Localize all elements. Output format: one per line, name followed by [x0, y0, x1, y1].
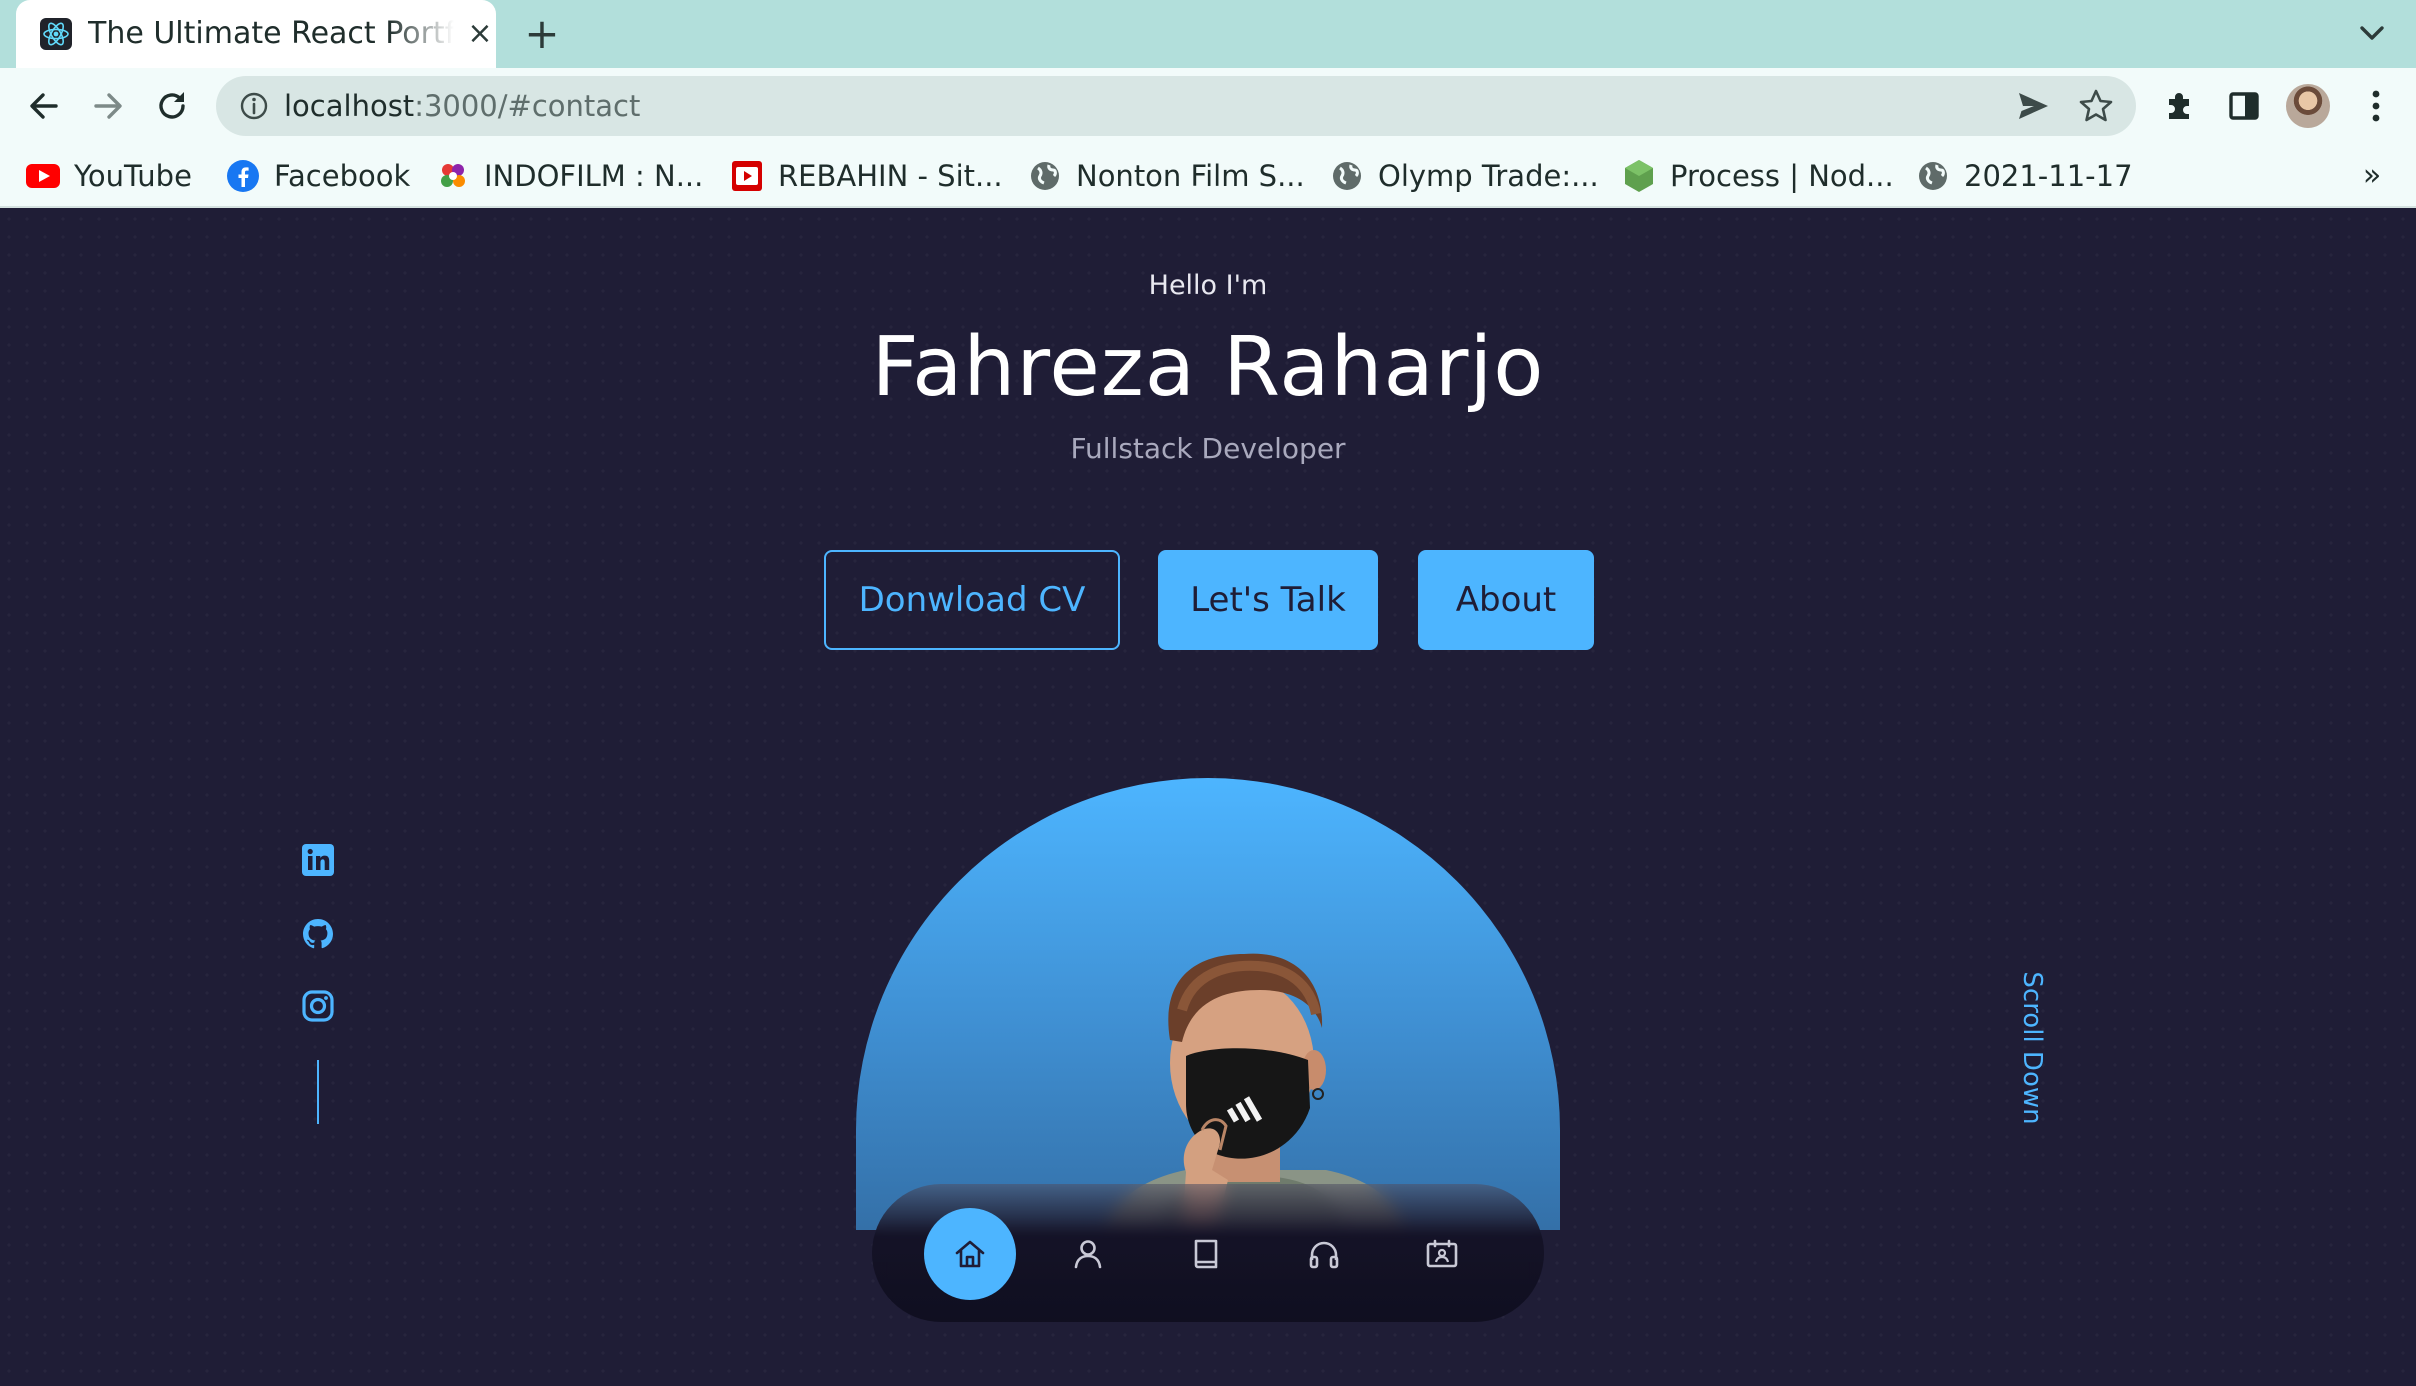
tab-close-icon[interactable]: × — [462, 14, 498, 54]
lets-talk-button[interactable]: Let's Talk — [1158, 550, 1378, 650]
tab-strip: The Ultimate React Portfolio × + — [0, 0, 2416, 68]
side-panel-button[interactable] — [2220, 82, 2268, 130]
bookmark-label: REBAHIN - Sit... — [778, 159, 1003, 193]
rebahin-icon — [730, 159, 764, 193]
bookmark-label: Olymp Trade:... — [1378, 159, 1599, 193]
instagram-icon — [302, 990, 334, 1022]
nav-about[interactable] — [1042, 1208, 1134, 1300]
puzzle-icon — [2169, 93, 2189, 119]
tab-title: The Ultimate React Portfolio — [88, 16, 454, 51]
bookmark-label: 2021-11-17 — [1964, 159, 2133, 193]
browser-toolbar: localhost:3000/#contact — [0, 68, 2416, 144]
social-divider-line — [317, 1060, 319, 1124]
arrow-left-icon — [30, 93, 58, 119]
youtube-icon — [26, 159, 60, 193]
scroll-down-link[interactable]: Scroll Down — [2012, 958, 2052, 1138]
more-vert-icon[interactable] — [2352, 82, 2400, 130]
download-cv-button[interactable]: Donwload CV — [824, 550, 1120, 650]
globe-icon — [1028, 159, 1062, 193]
info-icon[interactable] — [238, 90, 270, 122]
bookmark-2021-11-17[interactable]: 2021-11-17 — [1916, 150, 2133, 202]
hero-role: Fullstack Developer — [1070, 432, 1346, 465]
profile-photo — [856, 778, 1560, 1230]
bookmark-indofilm[interactable]: INDOFILM : N... — [436, 150, 703, 202]
nav-home[interactable] — [924, 1208, 1016, 1300]
url-text: localhost:3000/#contact — [284, 86, 640, 126]
nav-contact[interactable] — [1396, 1208, 1488, 1300]
home-icon — [955, 1240, 985, 1268]
bookmark-label: YouTube — [74, 159, 192, 193]
bookmark-rebahin[interactable]: REBAHIN - Sit... — [730, 150, 1003, 202]
linkedin-icon — [302, 844, 334, 876]
active-tab[interactable]: The Ultimate React Portfolio × — [16, 0, 496, 68]
reload-button[interactable] — [146, 80, 198, 132]
github-icon — [303, 919, 333, 949]
bookmark-process-node[interactable]: Process | Nod... — [1622, 150, 1894, 202]
about-button[interactable]: About — [1418, 550, 1594, 650]
url-host: localhost — [284, 89, 415, 123]
bookmark-label: Nonton Film S... — [1076, 159, 1305, 193]
react-icon — [40, 18, 72, 50]
linkedin-link[interactable] — [298, 840, 338, 880]
url-path: :3000/#contact — [414, 89, 641, 123]
indofilm-icon — [436, 159, 470, 193]
hero-greeting: Hello I'm — [1148, 270, 1268, 301]
book-icon — [1194, 1239, 1218, 1269]
globe-icon — [1916, 159, 1950, 193]
bookmark-label: Process | Nod... — [1670, 159, 1894, 193]
user-icon — [1074, 1240, 1102, 1269]
bookmark-youtube[interactable]: YouTube — [26, 150, 192, 202]
globe-icon — [1330, 159, 1364, 193]
bookmark-olymp-trade[interactable]: Olymp Trade:... — [1330, 150, 1599, 202]
profile-person-illustration — [1106, 953, 1404, 1230]
bookmarks-overflow-button[interactable]: » — [2352, 154, 2392, 198]
headphones-icon — [1309, 1241, 1339, 1269]
star-icon[interactable] — [2078, 88, 2114, 124]
bookmark-label: Facebook — [274, 159, 411, 193]
reload-icon — [159, 92, 185, 119]
contact-card-icon — [1426, 1239, 1458, 1268]
address-bar[interactable]: localhost:3000/#contact — [216, 76, 2136, 136]
bookmark-facebook[interactable]: Facebook — [226, 150, 410, 202]
scroll-down-label: Scroll Down — [2017, 971, 2047, 1125]
bookmark-nonton-film[interactable]: Nonton Film S... — [1028, 150, 1305, 202]
side-panel-icon — [2229, 92, 2259, 120]
instagram-link[interactable] — [298, 986, 338, 1026]
new-tab-button[interactable]: + — [520, 12, 564, 56]
nodejs-icon — [1622, 159, 1656, 193]
send-icon[interactable] — [2016, 90, 2050, 122]
profile-avatar[interactable] — [2286, 84, 2330, 128]
bookmark-label: INDOFILM : N... — [484, 159, 704, 193]
facebook-icon — [226, 159, 260, 193]
back-button[interactable] — [18, 80, 70, 132]
bottom-navigation — [872, 1184, 1544, 1322]
hero-name: Fahreza Raharjo — [871, 320, 1545, 415]
extensions-button[interactable] — [2156, 82, 2204, 130]
arrow-right-icon — [94, 93, 122, 119]
github-link[interactable] — [298, 914, 338, 954]
forward-button[interactable] — [82, 80, 134, 132]
chevron-down-icon[interactable] — [2352, 16, 2392, 52]
nav-experience[interactable] — [1160, 1208, 1252, 1300]
portfolio-page: Hello I'm Fahreza Raharjo Fullstack Deve… — [0, 210, 2416, 1386]
nav-services[interactable] — [1278, 1208, 1370, 1300]
bookmarks-bar: YouTube Facebook INDOFILM : N... REBAHIN… — [0, 144, 2416, 208]
